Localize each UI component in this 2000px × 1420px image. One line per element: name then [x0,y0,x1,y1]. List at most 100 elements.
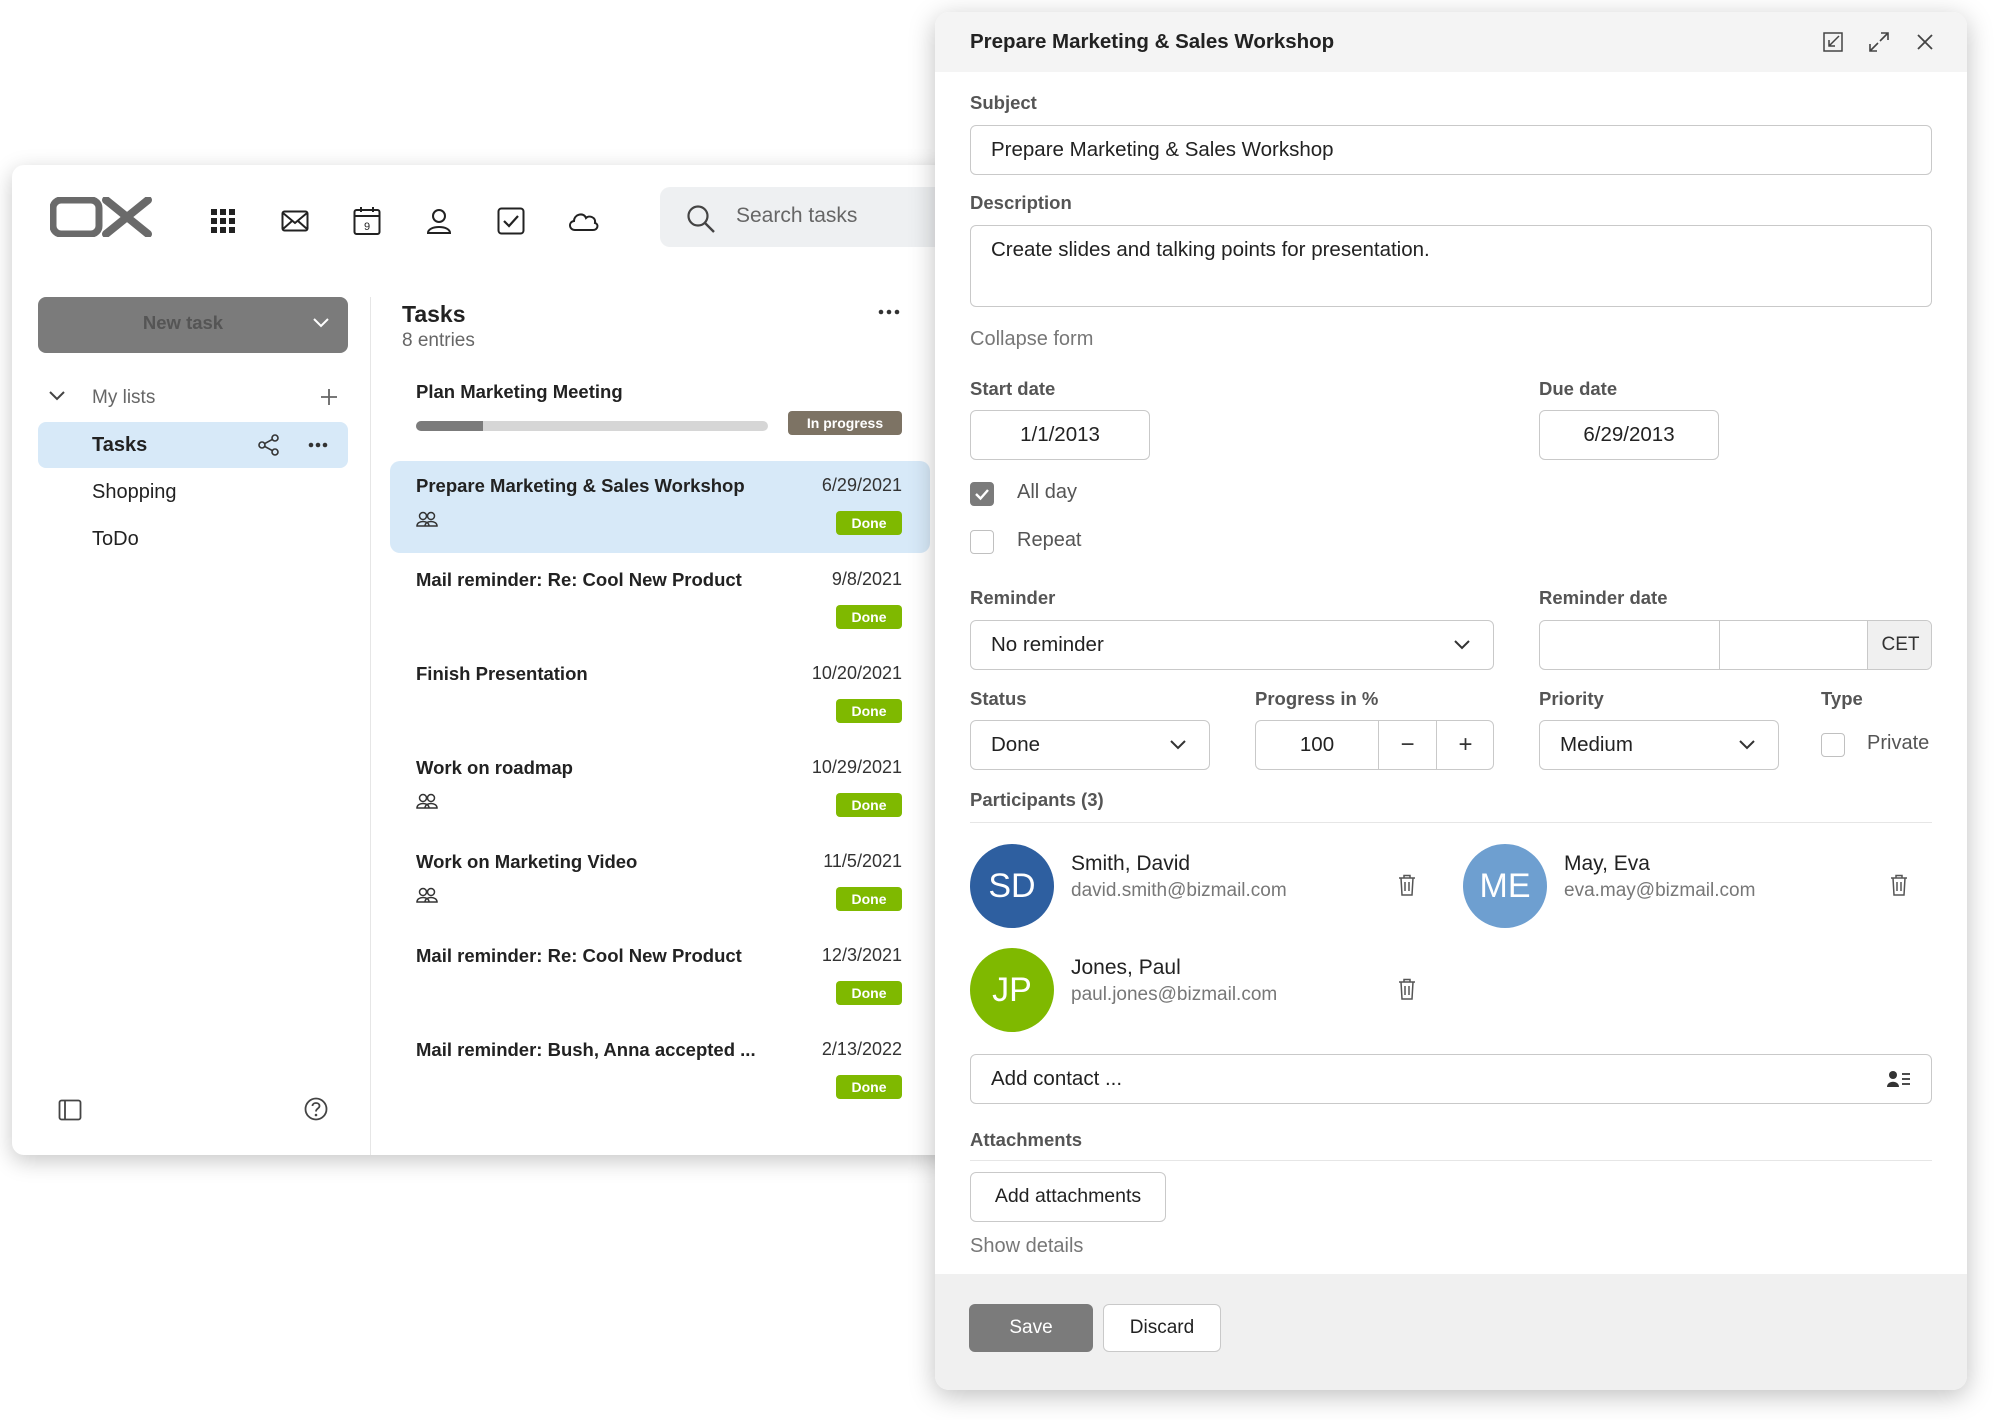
participants-divider [970,822,1932,823]
task-row[interactable]: Work on Marketing Video 11/5/2021 Done [390,837,930,929]
status-badge: Done [836,981,902,1005]
my-lists-section[interactable]: My lists [38,375,348,421]
subject-label: Subject [970,92,1037,113]
reminder-date-input[interactable] [1540,621,1720,669]
participant-first-name: , Eva [1602,852,1650,875]
priority-select[interactable]: Medium [1539,720,1779,770]
subject-input[interactable]: Prepare Marketing & Sales Workshop [970,125,1932,175]
search-placeholder[interactable]: Search tasks [736,204,857,228]
avatar: JP [970,948,1054,1032]
task-title: Prepare Marketing & Sales Workshop [416,475,745,496]
sidebar-item-tasks[interactable]: Tasks [38,422,348,468]
more-options-icon[interactable] [308,442,328,448]
add-contact-input[interactable]: Add contact ... [970,1054,1932,1104]
reminder-time-input[interactable] [1720,621,1868,669]
participants-label: Participants (3) [970,789,1104,810]
trash-icon[interactable] [1890,874,1908,896]
status-badge: Done [836,887,902,911]
start-date-value: 1/1/2013 [1020,423,1100,446]
all-day-checkbox[interactable] [970,482,994,506]
participant-last-name: May [1564,852,1603,875]
task-row[interactable]: Mail reminder: Re: Cool New Product 12/3… [390,931,930,1023]
start-date-label: Start date [970,378,1056,399]
priority-value: Medium [1560,733,1633,756]
sidebar-item-shopping[interactable]: Shopping [38,469,348,515]
save-button[interactable]: Save [969,1304,1093,1352]
address-book-icon[interactable] [1887,1070,1911,1088]
start-date-input[interactable]: 1/1/2013 [970,410,1150,460]
private-checkbox[interactable] [1821,733,1845,757]
task-row[interactable]: Mail reminder: Re: Cool New Product 9/8/… [390,555,930,647]
share-icon[interactable] [258,434,280,456]
due-date-value: 6/29/2013 [1583,423,1675,446]
drive-cloud-icon[interactable] [567,205,599,237]
status-badge: Done [836,1075,902,1099]
close-icon[interactable] [1913,30,1937,54]
trash-icon[interactable] [1398,978,1416,1000]
reminder-date-label: Reminder date [1539,587,1668,608]
chevron-down-icon[interactable] [312,317,330,329]
collapse-form-link[interactable]: Collapse form [970,328,1093,351]
list-title: Tasks [402,301,466,327]
status-select[interactable]: Done [970,720,1210,770]
more-options-icon[interactable] [878,309,900,315]
add-list-plus-icon[interactable] [320,388,338,406]
participants-icon [416,793,438,809]
task-row[interactable]: Plan Marketing Meeting In progress [390,367,930,459]
priority-label: Priority [1539,688,1604,709]
due-date-input[interactable]: 6/29/2013 [1539,410,1719,460]
progress-stepper: 100 − + [1255,720,1494,770]
toggle-sidebar-icon[interactable] [58,1099,82,1121]
progress-value[interactable]: 100 [1256,733,1378,757]
participant-email: eva.may@bizmail.com [1564,880,1756,901]
calendar-day-number: 9 [364,221,370,233]
show-details-link[interactable]: Show details [970,1235,1083,1258]
apps-grid-icon[interactable] [207,205,239,237]
calendar-icon[interactable]: 9 [351,205,383,237]
private-label: Private [1867,732,1930,754]
timezone-button[interactable]: CET [1868,621,1931,669]
task-date: 10/29/2021 [811,757,902,777]
chevron-down-icon[interactable] [48,390,66,402]
type-label: Type [1821,688,1863,709]
repeat-label: Repeat [1017,529,1082,551]
trash-icon[interactable] [1398,874,1416,896]
chevron-down-icon [1454,640,1470,650]
reminder-label: Reminder [970,587,1056,608]
participant-name: Smith, David [1071,852,1190,876]
description-label: Description [970,192,1072,213]
description-value: Create slides and talking points for pre… [991,238,1430,261]
description-textarea[interactable]: Create slides and talking points for pre… [970,225,1932,307]
reminder-value: No reminder [991,633,1104,656]
avatar: ME [1463,844,1547,928]
sidebar-item-todo[interactable]: ToDo [38,516,348,562]
editor-header: Prepare Marketing & Sales Workshop [935,12,1967,72]
help-icon[interactable] [304,1097,328,1121]
status-badge: Done [836,605,902,629]
new-task-label: New task [142,312,224,333]
task-row[interactable]: Prepare Marketing & Sales Workshop 6/29/… [390,461,930,553]
participant-last-name: Smith [1071,852,1125,875]
progress-decrement-button[interactable]: − [1378,721,1436,769]
repeat-checkbox[interactable] [970,530,994,554]
tasks-icon[interactable] [495,205,527,237]
new-task-button[interactable]: New task [38,297,348,353]
checkmark-icon [975,489,989,501]
task-title: Finish Presentation [416,663,588,684]
task-row[interactable]: Work on roadmap 10/29/2021 Done [390,743,930,835]
mail-icon[interactable] [279,205,311,237]
contacts-icon[interactable] [423,205,455,237]
reminder-select[interactable]: No reminder [970,620,1494,670]
all-day-label: All day [1017,481,1078,503]
task-date: 2/13/2022 [821,1039,902,1059]
expand-icon[interactable] [1867,30,1891,54]
task-row[interactable]: Mail reminder: Bush, Anna accepted ... 2… [390,1025,930,1117]
task-title: Work on roadmap [416,757,573,778]
task-date: 9/8/2021 [831,569,902,589]
task-row[interactable]: Finish Presentation 10/20/2021 Done [390,649,930,741]
progress-increment-button[interactable]: + [1436,721,1493,769]
discard-button[interactable]: Discard [1103,1304,1221,1352]
add-attachments-button[interactable]: Add attachments [970,1172,1166,1222]
attachments-divider [970,1160,1932,1161]
minimize-icon[interactable] [1821,30,1845,54]
